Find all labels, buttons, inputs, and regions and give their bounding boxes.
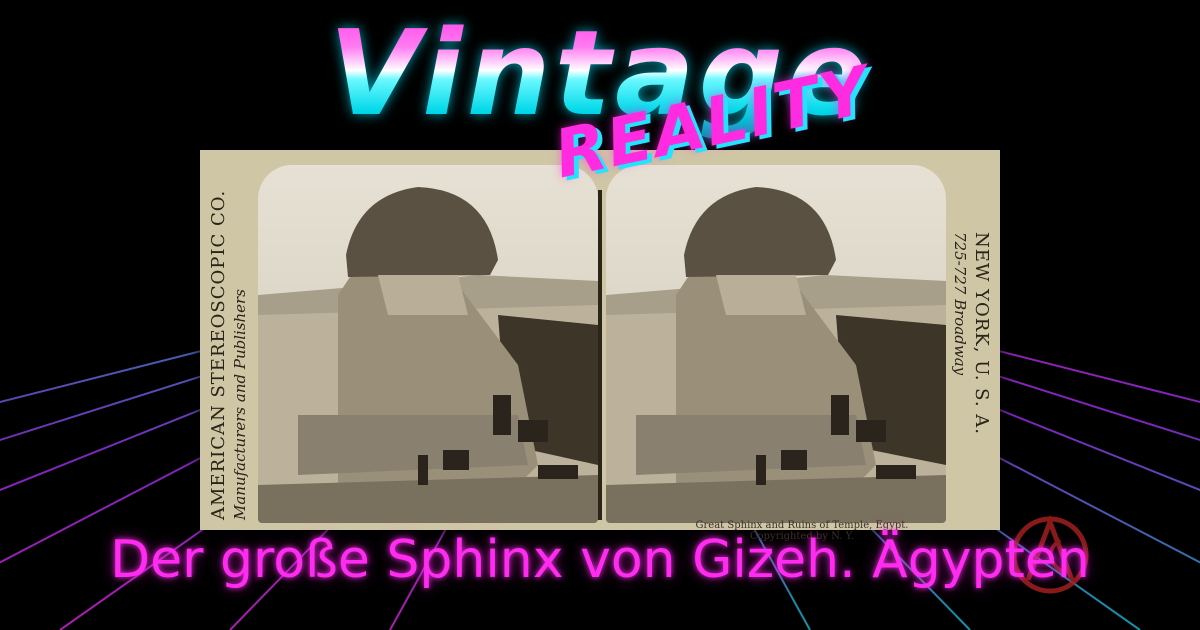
stereo-photo-left [258, 165, 598, 523]
publisher-city: NEW YORK, U. S. A. [971, 232, 992, 436]
publisher-tagline: Manufacturers and Publishers [231, 289, 249, 520]
publisher-street: 725-727 Broadway [951, 232, 969, 376]
image-title: Der große Sphinx von Gizeh. Ägypten [110, 530, 1090, 590]
stereo-photo-right [606, 165, 946, 523]
sphinx-photo-left [258, 165, 598, 523]
address-margin-text: NEW YORK, U. S. A. 725-727 Broadway [951, 232, 992, 435]
banner: Vintage AMERICAN STEREOSCOPIC CO. Manufa… [0, 0, 1200, 630]
sphinx-photo-right [606, 165, 946, 523]
stereoscopic-card: AMERICAN STEREOSCOPIC CO. Manufacturers … [200, 150, 1000, 542]
stereo-divider [598, 190, 602, 520]
publisher-margin-text: AMERICAN STEREOSCOPIC CO. Manufacturers … [208, 190, 249, 520]
publisher-name: AMERICAN STEREOSCOPIC CO. [208, 189, 229, 520]
